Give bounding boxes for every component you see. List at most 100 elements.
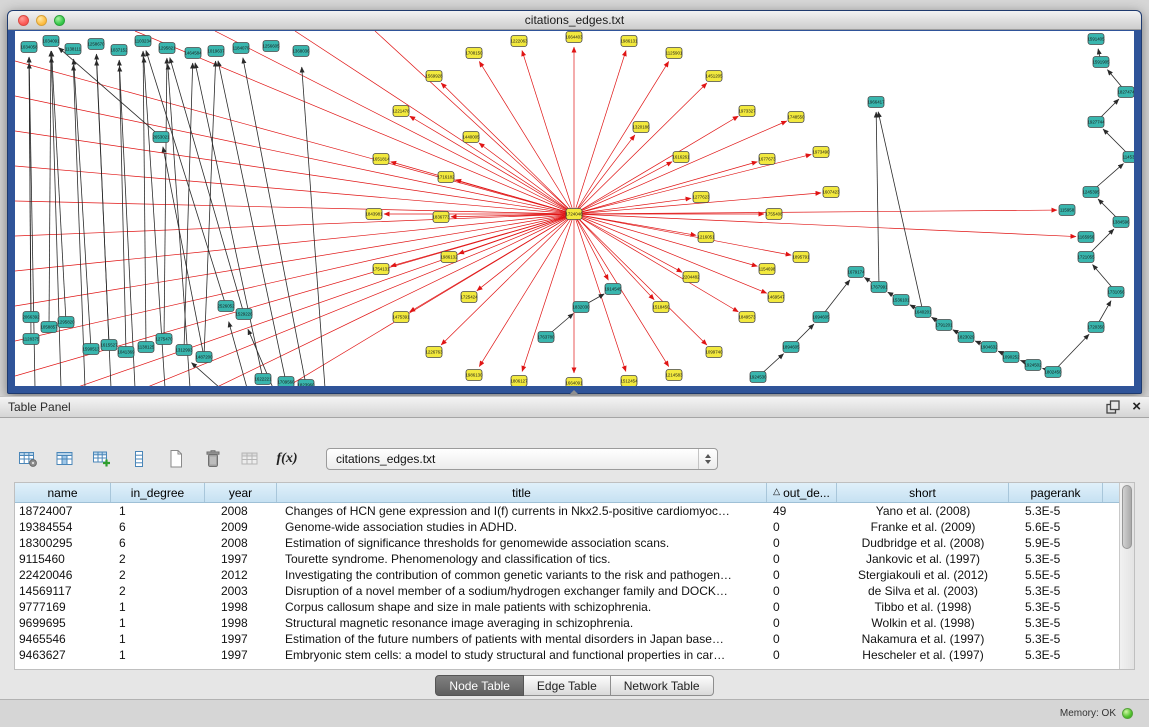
- graph-node[interactable]: 1708150: [465, 48, 483, 59]
- graph-node[interactable]: 1664091: [565, 378, 583, 387]
- window-titlebar[interactable]: citations_edges.txt: [8, 11, 1141, 30]
- graph-node[interactable]: 1037152: [110, 45, 128, 56]
- graph-node[interactable]: 1651814: [372, 154, 390, 165]
- graph-node[interactable]: 1090252: [1002, 352, 1020, 363]
- graph-node[interactable]: 2526052: [217, 301, 235, 312]
- graph-node[interactable]: 1677673: [758, 154, 776, 165]
- graph-node[interactable]: 1569928: [425, 71, 443, 82]
- graph-node[interactable]: 1791201: [935, 320, 953, 331]
- graph-node[interactable]: 1924502: [1024, 360, 1042, 371]
- graph-node[interactable]: 1591905: [1092, 57, 1110, 68]
- graph-node[interactable]: 1679174: [847, 267, 865, 278]
- table-row[interactable]: 1872400712008Changes of HCN gene express…: [15, 503, 1134, 519]
- graph-node[interactable]: 1832030: [572, 302, 590, 313]
- graph-node[interactable]: 1222063: [510, 36, 528, 47]
- graph-node[interactable]: 1973490: [812, 147, 830, 158]
- row-tools-icon[interactable]: [125, 446, 153, 472]
- graph-node[interactable]: 1245395: [1082, 187, 1100, 198]
- graph-node[interactable]: 1731056: [1107, 287, 1125, 298]
- table-selector-dropdown[interactable]: citations_edges.txt: [326, 448, 718, 470]
- graph-node[interactable]: 1590513: [82, 344, 100, 355]
- graph-node[interactable]: 1518450: [652, 302, 670, 313]
- graph-node[interactable]: 1720350: [1087, 322, 1105, 333]
- graph-node[interactable]: 1536101: [892, 295, 910, 306]
- graph-node[interactable]: 1986132: [440, 252, 458, 263]
- function-builder-icon[interactable]: f(x): [273, 446, 301, 472]
- graph-node[interactable]: 1607423: [822, 187, 840, 198]
- graph-node[interactable]: 1384596: [1112, 217, 1130, 228]
- graph-node[interactable]: 1034091: [42, 36, 60, 47]
- table-row[interactable]: 946554611997Estimation of the future num…: [15, 631, 1134, 647]
- graph-node[interactable]: 1986131: [620, 36, 638, 47]
- graph-node[interactable]: 1019637: [207, 46, 225, 57]
- float-panel-icon[interactable]: [1106, 400, 1120, 414]
- table-row[interactable]: 969969511998Structural magnetic resonanc…: [15, 615, 1134, 631]
- graph-node[interactable]: 1512454: [620, 376, 638, 387]
- graph-node[interactable]: 1103234: [135, 36, 152, 47]
- column-header-name[interactable]: name: [15, 483, 111, 502]
- graph-node[interactable]: 1145395: [1123, 152, 1134, 163]
- graph-node[interactable]: 1709560: [277, 377, 295, 387]
- graph-node[interactable]: 1258670: [87, 39, 105, 50]
- new-table-icon[interactable]: [162, 446, 190, 472]
- graph-node[interactable]: 1469547: [767, 292, 785, 303]
- table-row[interactable]: 1938455462009Genome-wide association stu…: [15, 519, 1134, 535]
- graph-node[interactable]: 1724046: [565, 209, 583, 220]
- minimize-window-button[interactable]: [36, 15, 47, 26]
- table-row[interactable]: 1456911722003Disruption of a novel membe…: [15, 583, 1134, 599]
- network-canvas[interactable]: 1724046175540811546981849573109974012145…: [15, 31, 1134, 386]
- graph-node[interactable]: 1034058: [20, 42, 38, 53]
- graph-node[interactable]: 1927744: [1087, 117, 1105, 128]
- graph-node[interactable]: 1216051: [697, 232, 715, 243]
- table-scrollbar[interactable]: [1119, 483, 1134, 669]
- graph-node[interactable]: 1823960: [297, 380, 315, 387]
- graph-node[interactable]: 1295821: [158, 43, 176, 54]
- graph-node[interactable]: 1721055: [1077, 252, 1095, 263]
- graph-node[interactable]: 1320186: [632, 122, 650, 133]
- graph-node[interactable]: 1843981: [365, 209, 383, 220]
- column-header-out-de[interactable]: △out_de...: [767, 483, 837, 502]
- graph-node[interactable]: 1440005: [462, 132, 480, 143]
- merge-table-icon[interactable]: [236, 446, 264, 472]
- column-header-short[interactable]: short: [837, 483, 1009, 502]
- panel-resize-handle[interactable]: [569, 390, 579, 395]
- table-row[interactable]: 977716911998Corpus callosum shape and si…: [15, 599, 1134, 615]
- graph-node[interactable]: 1748550: [787, 112, 805, 123]
- show-columns-icon[interactable]: [51, 446, 79, 472]
- graph-node[interactable]: 1973327: [738, 106, 756, 117]
- graph-node[interactable]: 1966417: [867, 97, 885, 108]
- graph-node[interactable]: 1256605: [262, 41, 280, 52]
- column-header-title[interactable]: title: [277, 483, 767, 502]
- graph-node[interactable]: 1694605: [812, 312, 830, 323]
- graph-node[interactable]: 1615527: [100, 340, 118, 351]
- graph-node[interactable]: 2204482: [682, 272, 700, 283]
- graph-node[interactable]: 1894605: [782, 342, 800, 353]
- table-settings-icon[interactable]: [14, 446, 42, 472]
- graph-node[interactable]: 1368036: [292, 46, 310, 57]
- graph-node[interactable]: 1664403: [565, 32, 583, 43]
- graph-node[interactable]: 1041369: [117, 347, 135, 358]
- graph-node[interactable]: 1591405: [1087, 34, 1105, 45]
- graph-node[interactable]: 1767991: [870, 282, 888, 293]
- graph-node[interactable]: 2653021: [152, 132, 170, 143]
- close-panel-icon[interactable]: ×: [1132, 400, 1141, 414]
- graph-node[interactable]: 1754131: [372, 264, 390, 275]
- graph-node[interactable]: 1451205: [705, 71, 723, 82]
- graph-node[interactable]: 1823029: [957, 332, 975, 343]
- graph-node[interactable]: 1058857: [40, 322, 58, 333]
- column-header-pagerank[interactable]: pagerank: [1009, 483, 1103, 502]
- graph-node[interactable]: 1763780: [537, 332, 555, 343]
- graph-node[interactable]: 1487200: [195, 352, 213, 363]
- graph-node[interactable]: 1640201: [914, 307, 932, 318]
- table-row[interactable]: 1830029562008Estimation of significance …: [15, 535, 1134, 551]
- graph-node[interactable]: 1895791: [792, 252, 810, 263]
- graph-node[interactable]: 1924530: [749, 372, 767, 383]
- column-header-in-degree[interactable]: in_degree: [111, 483, 205, 502]
- graph-node[interactable]: 1836773: [432, 212, 450, 223]
- graph-node[interactable]: 1914545: [604, 284, 622, 295]
- graph-node[interactable]: 1312993: [175, 345, 193, 356]
- zoom-window-button[interactable]: [54, 15, 65, 26]
- graph-node[interactable]: 1128375: [23, 334, 40, 345]
- graph-node[interactable]: 1806127: [510, 376, 528, 387]
- graph-node[interactable]: 1125901: [666, 48, 683, 59]
